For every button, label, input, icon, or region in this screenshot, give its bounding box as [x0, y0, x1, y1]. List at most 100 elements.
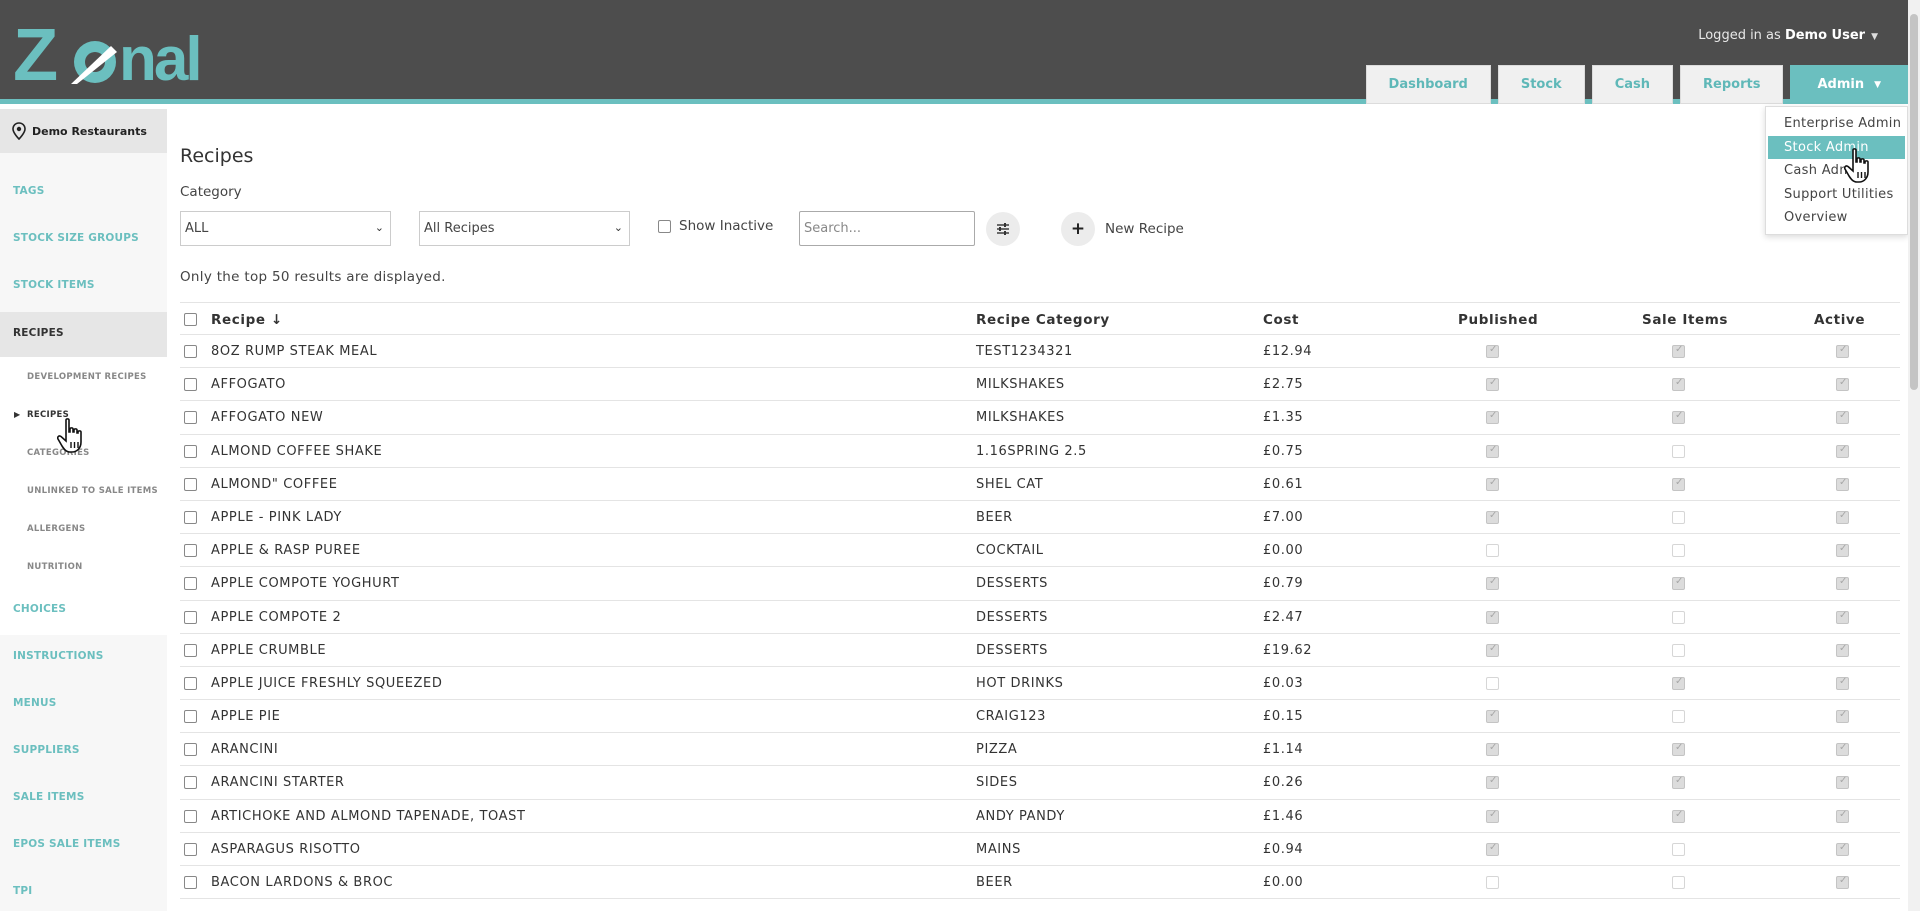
page-scrollbar[interactable]: [1908, 0, 1920, 911]
sidebar-item-instructions[interactable]: INSTRUCTIONS: [13, 650, 103, 662]
recipe-name[interactable]: APPLE CRUMBLE: [211, 643, 326, 658]
row-select-checkbox[interactable]: [184, 411, 197, 428]
menu-item-enterprise-admin[interactable]: Enterprise Admin: [1766, 112, 1907, 136]
row-select-checkbox[interactable]: [184, 676, 197, 694]
table-row[interactable]: ALMOND" COFFEE SHEL CAT £0.61: [180, 468, 1900, 501]
row-select-checkbox[interactable]: [184, 776, 197, 793]
table-row[interactable]: ARTICHOKE AND ALMOND TAPENADE, TOAST ANDY…: [180, 800, 1900, 833]
menu-item-support-utilities[interactable]: Support Utilities: [1766, 183, 1907, 207]
column-cost[interactable]: Cost: [1263, 312, 1299, 328]
row-select-checkbox[interactable]: [184, 743, 197, 760]
row-select-checkbox[interactable]: [184, 610, 197, 628]
table-row[interactable]: ARANCINI PIZZA £1.14: [180, 733, 1900, 767]
show-inactive-toggle[interactable]: Show Inactive: [658, 218, 773, 234]
published-checkbox: [1486, 544, 1499, 561]
nav-reports[interactable]: Reports: [1680, 65, 1784, 104]
recipe-name[interactable]: ARANCINI STARTER: [211, 775, 345, 790]
recipe-cost: £12.94: [1263, 344, 1313, 359]
table-row[interactable]: ASPARAGUS RISOTTO MAINS £0.94: [180, 833, 1900, 866]
menu-item-overview[interactable]: Overview: [1766, 206, 1907, 230]
column-published[interactable]: Published: [1458, 312, 1538, 328]
recipe-name[interactable]: APPLE JUICE FRESHLY SQUEEZED: [211, 676, 442, 691]
sidebar-item-stock-size-groups[interactable]: STOCK SIZE GROUPS: [13, 232, 139, 244]
table-row[interactable]: AFFOGATO NEW MILKSHAKES £1.35: [180, 401, 1900, 435]
row-select-checkbox[interactable]: [184, 378, 197, 395]
recipe-name[interactable]: ARTICHOKE AND ALMOND TAPENADE, TOAST: [211, 809, 526, 824]
recipe-category: CRAIG123: [976, 709, 1046, 725]
sale-items-checkbox: [1672, 775, 1685, 793]
row-select-checkbox[interactable]: [184, 577, 197, 594]
table-row[interactable]: ALMOND COFFEE SHAKE 1.16SPRING 2.5 £0.75: [180, 435, 1900, 468]
table-row[interactable]: APPLE JUICE FRESHLY SQUEEZED HOT DRINKS £0…: [180, 667, 1900, 701]
new-recipe-button[interactable]: + New Recipe: [1061, 212, 1184, 246]
recipe-name[interactable]: APPLE PIE: [211, 709, 280, 724]
recipe-name[interactable]: APPLE & RASP PUREE: [211, 543, 361, 558]
recipe-name[interactable]: AFFOGATO NEW: [211, 410, 323, 425]
menu-item-cash-admin[interactable]: Cash Admin: [1766, 159, 1907, 183]
table-row[interactable]: BACON LARDONS & BROC BEER £0.00: [180, 866, 1900, 900]
recipe-name[interactable]: APPLE COMPOTE YOGHURT: [211, 576, 400, 591]
recipe-name[interactable]: BACON LARDONS & BROC: [211, 875, 393, 890]
sidebar-sub-unlinked-to-sale-items[interactable]: UNLINKED TO SALE ITEMS: [27, 486, 158, 496]
column-recipe-category[interactable]: Recipe Category: [976, 312, 1110, 328]
column-active[interactable]: Active: [1814, 312, 1865, 328]
menu-item-stock-admin[interactable]: Stock Admin: [1768, 135, 1905, 159]
sidebar-item-epos-sale-items[interactable]: EPOS SALE ITEMS: [13, 838, 120, 850]
row-select-checkbox[interactable]: [184, 477, 197, 495]
recipe-name[interactable]: ALMOND" COFFEE: [211, 477, 338, 492]
recipe-name[interactable]: APPLE - PINK LADY: [211, 510, 342, 525]
nav-cash[interactable]: Cash: [1591, 65, 1674, 104]
row-select-checkbox[interactable]: [184, 544, 197, 561]
sidebar-item-tags[interactable]: TAGS: [13, 185, 44, 197]
table-row[interactable]: APPLE CRUMBLE DESSERTS £19.62: [180, 634, 1900, 667]
row-select-checkbox[interactable]: [184, 510, 197, 528]
table-row[interactable]: AFFOGATO MILKSHAKES £2.75: [180, 368, 1900, 402]
column-recipe[interactable]: Recipe ↓: [211, 312, 283, 328]
logged-in-status[interactable]: Logged in as Demo User ▼: [1698, 28, 1878, 43]
row-select-checkbox[interactable]: [184, 643, 197, 661]
show-inactive-checkbox[interactable]: [658, 219, 671, 233]
recipe-name[interactable]: AFFOGATO: [211, 377, 286, 392]
table-row[interactable]: ARANCINI STARTER SIDES £0.26: [180, 766, 1900, 800]
table-row[interactable]: APPLE & RASP PUREE COCKTAIL £0.00: [180, 534, 1900, 568]
row-select-checkbox[interactable]: [184, 809, 197, 827]
nav-admin[interactable]: Admin ▼: [1790, 65, 1908, 104]
category-select[interactable]: ALL ⌄: [180, 211, 391, 246]
main-nav: Dashboard Stock Cash Reports Admin ▼: [1365, 65, 1908, 104]
table-row[interactable]: 8OZ RUMP STEAK MEAL TEST1234321 £12.94: [180, 335, 1900, 369]
table-row[interactable]: APPLE PIE CRAIG123 £0.15: [180, 700, 1900, 734]
sidebar-sub-nutrition[interactable]: NUTRITION: [27, 562, 83, 572]
sidebar-sub-development-recipes[interactable]: DEVELOPMENT RECIPES: [27, 372, 147, 382]
recipe-name[interactable]: ALMOND COFFEE SHAKE: [211, 444, 382, 459]
recipe-name[interactable]: ARANCINI: [211, 742, 278, 757]
nav-dashboard[interactable]: Dashboard: [1365, 65, 1491, 104]
nav-stock[interactable]: Stock: [1497, 65, 1585, 104]
select-all-checkbox[interactable]: [184, 313, 197, 330]
recipe-name[interactable]: APPLE COMPOTE 2: [211, 610, 341, 625]
sidebar-item-stock-items[interactable]: STOCK ITEMS: [13, 279, 95, 291]
row-select-checkbox[interactable]: [184, 710, 197, 727]
recipe-name[interactable]: ASPARAGUS RISOTTO: [211, 842, 361, 857]
location-selector[interactable]: Demo Restaurants: [0, 109, 167, 153]
scrollbar-thumb[interactable]: [1910, 14, 1918, 390]
sidebar-item-suppliers[interactable]: SUPPLIERS: [13, 744, 80, 756]
column-sale-items[interactable]: Sale Items: [1642, 312, 1728, 328]
search-input[interactable]: Search...: [799, 211, 975, 246]
zonal-logo[interactable]: Z nal: [13, 22, 218, 84]
filter-button[interactable]: [986, 212, 1020, 246]
sidebar-item-recipes[interactable]: RECIPES: [13, 327, 64, 339]
row-select-checkbox[interactable]: [184, 345, 197, 362]
table-row[interactable]: APPLE COMPOTE YOGHURT DESSERTS £0.79: [180, 567, 1900, 601]
sidebar-item-sale-items[interactable]: SALE ITEMS: [13, 791, 84, 803]
table-row[interactable]: APPLE COMPOTE 2 DESSERTS £2.47: [180, 601, 1900, 634]
sidebar-item-choices[interactable]: CHOICES: [13, 603, 66, 615]
recipe-name[interactable]: 8OZ RUMP STEAK MEAL: [211, 344, 377, 359]
recipe-filter-select[interactable]: All Recipes ⌄: [419, 211, 630, 246]
row-select-checkbox[interactable]: [184, 444, 197, 462]
sidebar-sub-allergens[interactable]: ALLERGENS: [27, 524, 85, 534]
sidebar-item-menus[interactable]: MENUS: [13, 697, 57, 709]
row-select-checkbox[interactable]: [184, 842, 197, 860]
row-select-checkbox[interactable]: [184, 876, 197, 893]
sidebar-item-tpi[interactable]: TPI: [13, 885, 32, 897]
table-row[interactable]: APPLE - PINK LADY BEER £7.00: [180, 501, 1900, 535]
